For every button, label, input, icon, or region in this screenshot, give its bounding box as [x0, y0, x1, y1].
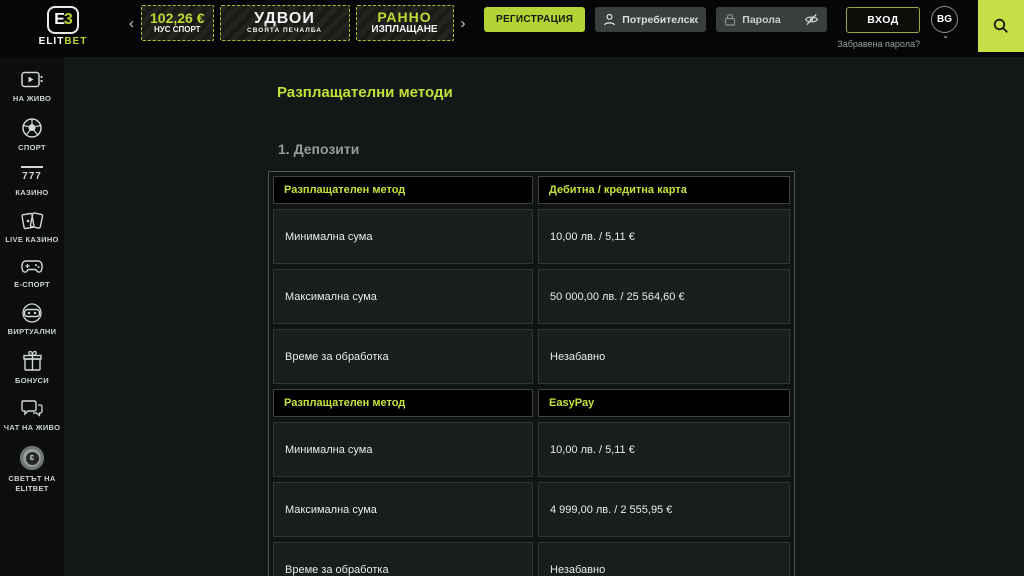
- carousel-prev-icon[interactable]: ‹: [128, 16, 135, 31]
- auth-controls: РЕГИСТРАЦИЯ ВХОД Забравена парола?: [484, 7, 920, 49]
- sidebar-item-live-casino[interactable]: LIVE КАЗИНО: [0, 210, 64, 245]
- section-heading-deposits: 1. Депозити: [278, 141, 359, 157]
- gamepad-icon: [20, 258, 44, 276]
- banner-amount: 102,26 €: [150, 11, 205, 26]
- header-cell-method-name: Дебитна / кредитна карта: [538, 176, 790, 204]
- table-header-row: Разплащателен метод Дебитна / кредитна к…: [273, 176, 790, 204]
- logo-letter-e: E: [54, 11, 64, 29]
- user-icon: [603, 13, 616, 26]
- table-header-row: Разплащателен метод EasyPay: [273, 389, 790, 417]
- password-field[interactable]: [716, 7, 827, 32]
- header-cell-method: Разплащателен метод: [273, 389, 533, 417]
- header-cell-method-name: EasyPay: [538, 389, 790, 417]
- logo-letter-b: 3: [64, 11, 72, 29]
- carousel-next-icon[interactable]: ›: [460, 16, 467, 31]
- page-title: Разплащателни методи: [277, 84, 453, 101]
- playing-cards-icon: [20, 210, 44, 231]
- row-value: Незабавно: [538, 329, 790, 384]
- sidebar-item-elitbet-world[interactable]: Ɛ СВЕТЪТ НА ELITBET: [0, 446, 64, 494]
- slots-777-icon: 777: [21, 166, 43, 184]
- chevron-down-icon[interactable]: ⌄: [942, 31, 949, 40]
- elitbet-logo[interactable]: E3 ELITBET: [28, 6, 98, 47]
- search-button[interactable]: [978, 0, 1024, 52]
- table-row: Минимална сума 10,00 лв. / 5,11 €: [273, 209, 790, 264]
- search-icon: [992, 17, 1010, 35]
- left-sidebar: НА ЖИВО СПОРТ 777 КАЗИНО LIVE КАЗИНО Е-С…: [0, 57, 64, 576]
- header-cell-method: Разплащателен метод: [273, 176, 533, 204]
- sidebar-item-live[interactable]: НА ЖИВО: [0, 70, 64, 104]
- banner-caption: СВОЯТА ПЕЧАЛБА: [247, 28, 322, 35]
- eye-slash-icon[interactable]: [804, 13, 819, 26]
- table-row: Време за обработка Незабавно: [273, 329, 790, 384]
- main-content: Разплащателни методи 1. Депозити Разплащ…: [64, 57, 1024, 576]
- elitbet-logo-monogram: E3: [47, 6, 79, 34]
- promo-carousel: ‹ 102,26 € НУС СПОРТ УДВОИ СВОЯТА ПЕЧАЛБ…: [128, 2, 467, 44]
- table-row: Максимална сума 4 999,00 лв. / 2 555,95 …: [273, 482, 790, 537]
- promo-banner-bonus-sport[interactable]: 102,26 € НУС СПОРТ: [141, 5, 214, 41]
- chat-bubbles-icon: [20, 398, 44, 419]
- sidebar-item-bonuses[interactable]: БОНУСИ: [0, 350, 64, 386]
- username-input[interactable]: [622, 14, 698, 26]
- table-row: Минимална сума 10,00 лв. / 5,11 €: [273, 422, 790, 477]
- row-label: Максимална сума: [273, 482, 533, 537]
- top-header: E3 ELITBET ‹ 102,26 € НУС СПОРТ УДВОИ СВ…: [0, 0, 1024, 57]
- banner-caption: ИЗПЛАЩАНЕ: [371, 25, 437, 36]
- vr-goggles-icon: [20, 303, 44, 323]
- banner-caption: НУС СПОРТ: [154, 26, 201, 34]
- row-label: Максимална сума: [273, 269, 533, 324]
- username-field[interactable]: [595, 7, 706, 32]
- sidebar-item-live-chat[interactable]: ЧАТ НА ЖИВО: [0, 398, 64, 433]
- payment-methods-table: Разплащателен метод Дебитна / кредитна к…: [268, 171, 795, 576]
- register-button[interactable]: РЕГИСТРАЦИЯ: [484, 7, 585, 32]
- lock-icon: [724, 13, 736, 26]
- row-label: Минимална сума: [273, 422, 533, 477]
- elitbet-world-icon: Ɛ: [20, 446, 44, 470]
- sidebar-item-sport[interactable]: СПОРТ: [0, 117, 64, 153]
- table-row: Време за обработка Незабавно: [273, 542, 790, 576]
- login-button[interactable]: ВХОД: [846, 7, 920, 33]
- forgot-password-link[interactable]: Забравена парола?: [837, 39, 920, 49]
- row-value: Незабавно: [538, 542, 790, 576]
- row-value: 4 999,00 лв. / 2 555,95 €: [538, 482, 790, 537]
- password-input[interactable]: [742, 14, 798, 26]
- sidebar-item-casino[interactable]: 777 КАЗИНО: [0, 166, 64, 198]
- row-value: 50 000,00 лв. / 25 564,60 €: [538, 269, 790, 324]
- banner-title: РАННО: [377, 10, 431, 25]
- row-value: 10,00 лв. / 5,11 €: [538, 422, 790, 477]
- soccer-ball-icon: [21, 117, 43, 139]
- language-selector[interactable]: BG: [931, 6, 958, 33]
- table-row: Максимална сума 50 000,00 лв. / 25 564,6…: [273, 269, 790, 324]
- sidebar-item-esport[interactable]: Е-СПОРТ: [0, 258, 64, 290]
- row-label: Време за обработка: [273, 542, 533, 576]
- promo-banner-early-payout[interactable]: РАННО ИЗПЛАЩАНЕ: [356, 5, 454, 41]
- gift-icon: [21, 350, 44, 372]
- banner-title: УДВОИ: [254, 11, 315, 28]
- elitbet-logo-word: ELITBET: [28, 36, 98, 47]
- login-group: ВХОД Забравена парола?: [837, 7, 920, 49]
- live-tv-icon: [20, 70, 44, 90]
- row-value: 10,00 лв. / 5,11 €: [538, 209, 790, 264]
- sidebar-item-virtual[interactable]: ВИРТУАЛНИ: [0, 303, 64, 337]
- promo-banner-double-win[interactable]: УДВОИ СВОЯТА ПЕЧАЛБА: [220, 5, 350, 41]
- row-label: Време за обработка: [273, 329, 533, 384]
- row-label: Минимална сума: [273, 209, 533, 264]
